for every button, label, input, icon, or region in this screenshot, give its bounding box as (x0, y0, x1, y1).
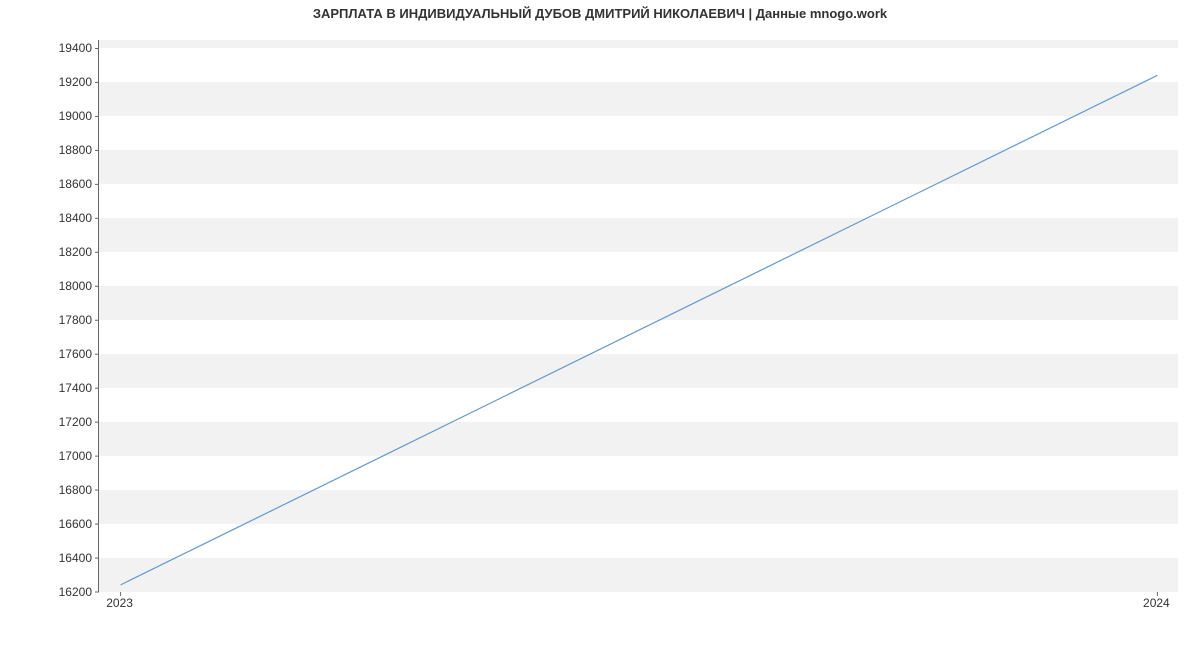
plot-svg (99, 40, 1179, 592)
plot-area (98, 40, 1178, 592)
chart-container: ЗАРПЛАТА В ИНДИВИДУАЛЬНЫЙ ДУБОВ ДМИТРИЙ … (0, 0, 1200, 650)
y-tick-label: 17200 (59, 415, 92, 429)
y-tick-label: 16200 (59, 585, 92, 599)
y-tick-label: 16600 (59, 517, 92, 531)
y-tick-label: 19400 (59, 41, 92, 55)
y-tick-label: 19200 (59, 75, 92, 89)
y-tick-label: 17400 (59, 381, 92, 395)
x-tick-label: 2023 (106, 596, 133, 610)
y-tick-label: 18000 (59, 279, 92, 293)
y-tick-label: 16800 (59, 483, 92, 497)
y-tick-label: 19000 (59, 109, 92, 123)
chart-title: ЗАРПЛАТА В ИНДИВИДУАЛЬНЫЙ ДУБОВ ДМИТРИЙ … (0, 6, 1200, 21)
y-tick-label: 18600 (59, 177, 92, 191)
y-tick-label: 17600 (59, 347, 92, 361)
y-tick-label: 16400 (59, 551, 92, 565)
y-tick-label: 17800 (59, 313, 92, 327)
y-tick-label: 17000 (59, 449, 92, 463)
series-line (121, 75, 1158, 585)
x-tick-label: 2024 (1143, 596, 1170, 610)
y-tick-label: 18200 (59, 245, 92, 259)
y-tick-label: 18400 (59, 211, 92, 225)
y-tick-label: 18800 (59, 143, 92, 157)
